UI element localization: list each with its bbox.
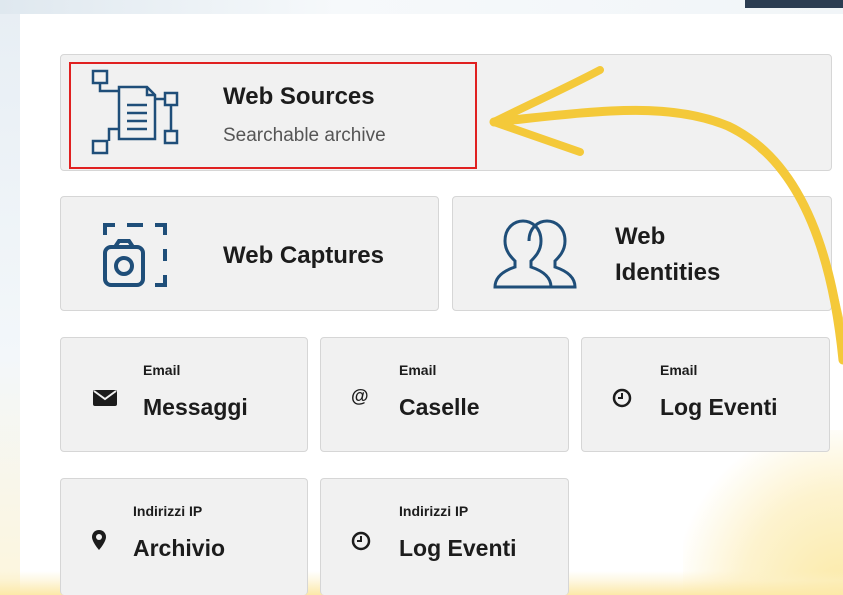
yellow-arrow-annotation xyxy=(489,66,843,365)
